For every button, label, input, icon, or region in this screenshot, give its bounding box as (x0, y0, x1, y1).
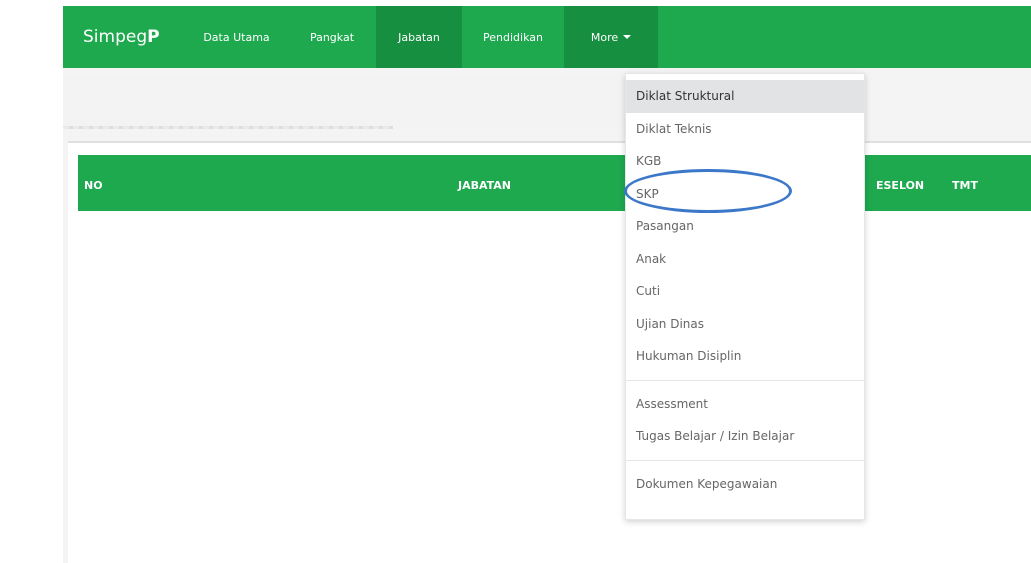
menu-item-kgb[interactable]: KGB (626, 145, 864, 178)
brand-bold-letter: P (147, 27, 160, 47)
column-header-eselon: ESELON (876, 179, 925, 192)
table-body (78, 211, 625, 547)
menu-item-diklat-teknis[interactable]: Diklat Teknis (626, 113, 864, 146)
menu-item-assessment[interactable]: Assessment (626, 388, 864, 421)
column-header-no: NO (84, 179, 103, 192)
menu-item-cuti[interactable]: Cuti (626, 275, 864, 308)
page: Simpeg P Data Utama Pangkat Jabatan Pendi… (0, 0, 1031, 563)
menu-divider (626, 379, 864, 381)
brand-logo[interactable]: Simpeg P (63, 6, 185, 68)
nav-more-dropdown-toggle[interactable]: More (564, 6, 658, 68)
column-header-tmt: TMT (952, 179, 978, 192)
column-header-jabatan: JABATAN (458, 179, 512, 192)
breadcrumb (63, 126, 393, 129)
nav-pangkat[interactable]: Pangkat (288, 6, 376, 68)
menu-item-ujian-dinas[interactable]: Ujian Dinas (626, 308, 864, 341)
menu-item-dokumen-kepegawaian[interactable]: Dokumen Kepegawaian (626, 468, 864, 501)
brand-text: Simpeg (83, 27, 148, 47)
menu-item-pasangan[interactable]: Pasangan (626, 210, 864, 243)
menu-item-skp[interactable]: SKP (626, 178, 864, 211)
menu-item-tugas-belajar[interactable]: Tugas Belajar / Izin Belajar (626, 420, 864, 453)
nav-label: Jabatan (398, 30, 440, 44)
nav-label: More (590, 30, 619, 44)
nav-label: Data Utama (203, 30, 270, 44)
menu-divider (626, 459, 864, 461)
table-header-row: NO JABATAN ESELON TMT (78, 155, 1031, 211)
menu-item-anak[interactable]: Anak (626, 243, 864, 276)
nav-label: Pangkat (309, 30, 355, 44)
more-dropdown-menu: Diklat Struktural Diklat Teknis KGB SKP … (625, 73, 865, 520)
page-header-panel (63, 77, 625, 129)
caret-down-icon (623, 35, 632, 39)
menu-item-hukuman-disiplin[interactable]: Hukuman Disiplin (626, 340, 864, 373)
nav-label: Pendidikan (483, 30, 543, 44)
top-navbar: Simpeg P Data Utama Pangkat Jabatan Pendi… (63, 6, 1031, 68)
menu-item-diklat-struktural[interactable]: Diklat Struktural (626, 80, 864, 113)
nav-pendidikan[interactable]: Pendidikan (462, 6, 564, 68)
nav-data-utama[interactable]: Data Utama (185, 6, 288, 68)
nav-jabatan[interactable]: Jabatan (376, 6, 462, 68)
